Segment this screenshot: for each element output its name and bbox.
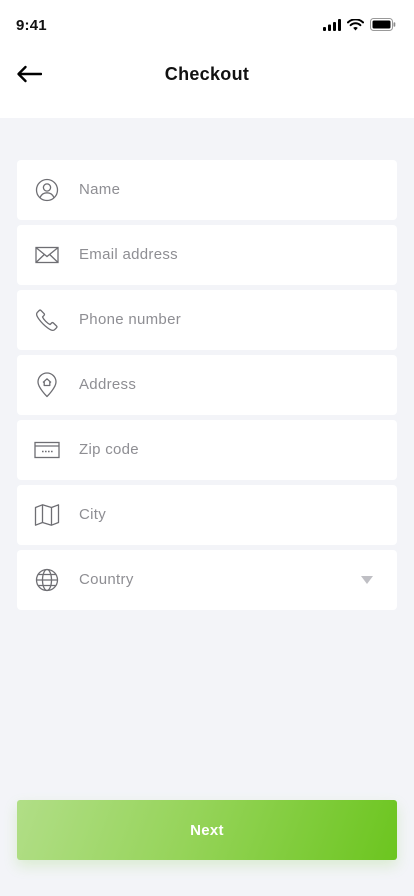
checkout-form: Name Email address Phone number Address	[17, 160, 397, 615]
user-icon	[34, 177, 60, 203]
city-placeholder: City	[79, 506, 107, 523]
zip-code-placeholder: Zip code	[79, 441, 139, 458]
country-placeholder: Country	[79, 571, 134, 588]
email-field[interactable]: Email address	[17, 225, 397, 285]
name-placeholder: Name	[79, 181, 121, 198]
phone-field[interactable]: Phone number	[17, 290, 397, 350]
country-select[interactable]: Country	[17, 550, 397, 610]
map-icon	[34, 502, 60, 528]
address-placeholder: Address	[79, 376, 137, 393]
zip-code-icon	[34, 437, 60, 463]
phone-placeholder: Phone number	[79, 311, 182, 328]
email-placeholder: Email address	[79, 246, 178, 263]
address-field[interactable]: Address	[17, 355, 397, 415]
top-bar: 9:41 Checkout	[0, 0, 414, 118]
mail-icon	[34, 242, 60, 268]
status-time: 9:41	[16, 17, 47, 34]
zip-code-field[interactable]: Zip code	[17, 420, 397, 480]
name-field[interactable]: Name	[17, 160, 397, 220]
dropdown-caret-icon[interactable]	[361, 576, 373, 584]
page-title: Checkout	[164, 64, 250, 84]
next-button[interactable]: Next	[17, 800, 397, 860]
battery-icon	[370, 18, 396, 36]
phone-icon	[34, 307, 60, 333]
location-pin-icon	[34, 372, 60, 398]
city-field[interactable]: City	[17, 485, 397, 545]
globe-icon	[34, 567, 60, 593]
signal-icon	[323, 18, 341, 36]
wifi-icon	[347, 18, 364, 36]
status-icons	[323, 18, 396, 36]
